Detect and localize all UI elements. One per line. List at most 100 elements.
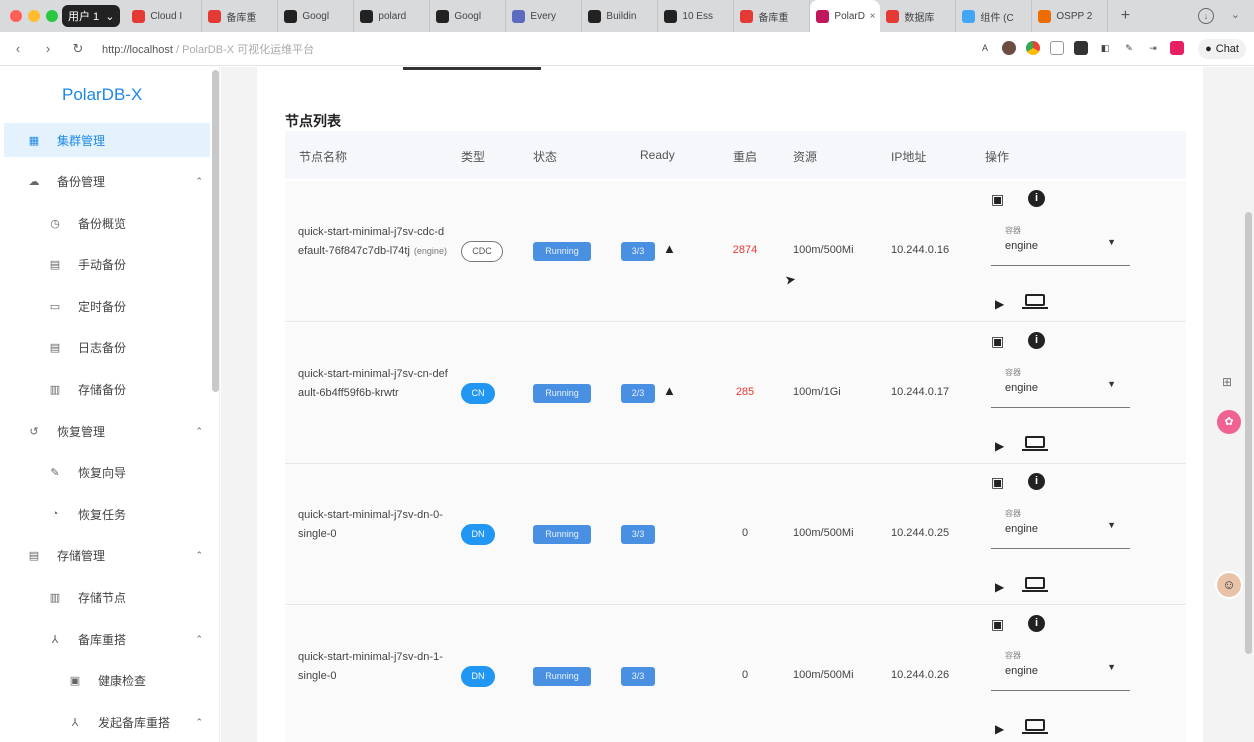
browser-tab[interactable]: Cloud I xyxy=(126,0,203,32)
translate-icon[interactable]: A xyxy=(978,41,992,55)
back-icon[interactable]: ‹ xyxy=(6,41,30,56)
browser-tab[interactable]: 10 Ess xyxy=(658,0,735,32)
new-tab-button[interactable]: + xyxy=(1114,7,1136,25)
container-select[interactable]: 容器 engine ▼ xyxy=(991,500,1130,549)
sidebar-item[interactable]: ⅄ 备库重搭 ⌃ xyxy=(0,622,219,656)
minimize-window-button[interactable] xyxy=(28,10,40,22)
section-title: 节点列表 xyxy=(285,113,341,129)
cloud-app-icon xyxy=(132,9,146,23)
google-docs-icon xyxy=(284,9,298,23)
container-select[interactable]: 容器 engine ▼ xyxy=(991,642,1130,691)
column-header: 重启 xyxy=(733,150,758,164)
info-icon[interactable]: i xyxy=(1028,190,1045,207)
chrome-extension-icon[interactable] xyxy=(1026,41,1040,55)
sidebar-scrollbar[interactable] xyxy=(212,70,219,392)
x-logo-icon xyxy=(664,9,678,23)
page-scrollbar[interactable] xyxy=(1245,212,1252,654)
play-icon[interactable]: ▶ xyxy=(995,722,1004,736)
info-icon[interactable]: i xyxy=(1028,614,1045,632)
browser-tab[interactable]: Buildin xyxy=(582,0,659,32)
download-icon[interactable]: ↓ xyxy=(1198,8,1214,24)
status-chip: Running xyxy=(533,242,591,261)
info-icon[interactable]: i xyxy=(1028,331,1045,349)
chat-button[interactable]: ● Chat xyxy=(1198,39,1246,59)
container-select[interactable]: 容器 engine ▼ xyxy=(991,359,1130,408)
sidebar-item[interactable]: ▦ 集群管理 xyxy=(4,123,210,157)
node-role: (engine) xyxy=(413,246,447,256)
terminal-icon[interactable]: ▣ xyxy=(991,616,1004,633)
sidebar-item-label: 集群管理 xyxy=(57,133,106,148)
share-icon[interactable]: ⇥ xyxy=(1146,41,1160,55)
laptop-icon[interactable] xyxy=(1022,577,1048,592)
laptop-icon[interactable] xyxy=(1022,435,1048,451)
terminal-icon[interactable]: ▣ xyxy=(991,333,1004,350)
play-icon[interactable]: ▶ xyxy=(995,580,1004,594)
pen-icon[interactable]: ✎ xyxy=(1122,41,1136,55)
warning-icon[interactable]: ▲ xyxy=(663,383,676,398)
sidebar-item[interactable]: ✎ 恢复向导 xyxy=(0,456,219,490)
terminal-icon[interactable]: ▣ xyxy=(991,191,1004,208)
sidebar-item[interactable]: ▤ 存储管理 ⌃ xyxy=(0,539,219,573)
sidebar-item[interactable]: ☁ 备份管理 ⌃ xyxy=(0,165,219,199)
chat-bubble-icon: ● xyxy=(1205,43,1212,55)
sidebar-item[interactable]: ▭ 定时备份 xyxy=(0,289,219,323)
warning-icon[interactable]: ▲ xyxy=(663,241,676,256)
github-icon xyxy=(360,9,374,23)
sidebar-item-label: 备份管理 xyxy=(57,175,106,190)
browser-tab[interactable]: PolarD × xyxy=(810,0,881,32)
sidebar-item[interactable]: ⅄ 发起备库重搭 ⌃ xyxy=(0,705,219,739)
sidebar-item[interactable]: ▣ 健康检查 xyxy=(0,664,219,698)
reader-icon[interactable]: ◧ xyxy=(1098,41,1112,55)
sidebar-item-label: 备份概览 xyxy=(78,216,127,231)
terminal-icon[interactable]: ▣ xyxy=(991,474,1004,491)
browser-tab[interactable]: 备库重 xyxy=(734,0,811,32)
store-icon[interactable] xyxy=(1074,41,1088,55)
close-tab-icon[interactable]: × xyxy=(870,11,876,22)
browser-tab[interactable]: 数据库 xyxy=(880,0,957,32)
float-assistant-icon[interactable]: ✿ xyxy=(1217,410,1241,434)
extension-avatar-icon[interactable] xyxy=(1002,41,1016,55)
laptop-icon[interactable] xyxy=(1022,294,1048,309)
container-select-label: 容器 xyxy=(1005,367,1021,377)
reload-icon[interactable]: ↻ xyxy=(66,41,90,57)
sidebar-item[interactable]: ↺ 恢复管理 ⌃ xyxy=(0,414,219,448)
sidebar-item[interactable]: ◔ 恢复任务 xyxy=(0,497,219,531)
chevron-up-icon: ⌃ xyxy=(195,550,203,561)
info-icon[interactable]: i xyxy=(1028,473,1045,490)
browser-tab-title: 10 Ess xyxy=(682,10,713,22)
zoom-window-button[interactable] xyxy=(46,10,58,22)
browser-tab[interactable]: 备库重 xyxy=(202,0,279,32)
doc-icon: ▤ xyxy=(49,259,61,272)
column-header: 资源 xyxy=(793,150,818,164)
sidebar-item[interactable]: ▤ 日志备份 xyxy=(0,331,219,365)
ready-chip: 3/3 xyxy=(621,242,655,261)
sidebar-item[interactable]: ▥ 存储备份 xyxy=(0,373,219,407)
laptop-icon[interactable] xyxy=(1022,718,1048,734)
profile-switcher[interactable]: 用户 1 ⌄ xyxy=(62,5,121,27)
forward-icon[interactable]: › xyxy=(36,41,60,56)
browser-tab[interactable]: OSPP 2 xyxy=(1032,0,1109,32)
chevron-up-icon: ⌃ xyxy=(195,425,203,436)
play-icon[interactable]: ▶ xyxy=(995,297,1004,311)
browser-tab[interactable]: 组件 (C xyxy=(956,0,1033,32)
container-select-label: 容器 xyxy=(1005,226,1021,235)
profile-label: 用户 1 xyxy=(68,11,100,23)
sidebar-item[interactable]: ▥ 存储节点 xyxy=(0,581,219,615)
tab-search-icon[interactable]: ⌄ xyxy=(1231,8,1240,21)
sidebar-item[interactable]: ▤ 手动备份 xyxy=(0,248,219,282)
sidebar-item[interactable]: ◷ 备份概览 xyxy=(0,206,219,240)
container-select[interactable]: 容器 engine ▼ xyxy=(991,217,1130,266)
close-window-button[interactable] xyxy=(10,10,22,22)
float-grid-icon[interactable]: ⊞ xyxy=(1219,375,1235,391)
float-avatar-icon[interactable]: ☺ xyxy=(1215,571,1243,599)
browser-tab[interactable]: Googl xyxy=(278,0,355,32)
page-icon[interactable] xyxy=(1050,41,1064,55)
play-icon[interactable]: ▶ xyxy=(995,439,1004,453)
url-field[interactable]: http://localhost / PolarDB-X 可视化运维平台 xyxy=(102,41,314,57)
shortcut-icon[interactable] xyxy=(1170,41,1184,55)
browser-tab[interactable]: polard xyxy=(354,0,431,32)
column-header: 操作 xyxy=(985,150,1010,164)
browser-tab[interactable]: Googl xyxy=(430,0,507,32)
sidebar-item-label: 恢复任务 xyxy=(78,507,127,522)
browser-tab[interactable]: Every xyxy=(506,0,583,32)
